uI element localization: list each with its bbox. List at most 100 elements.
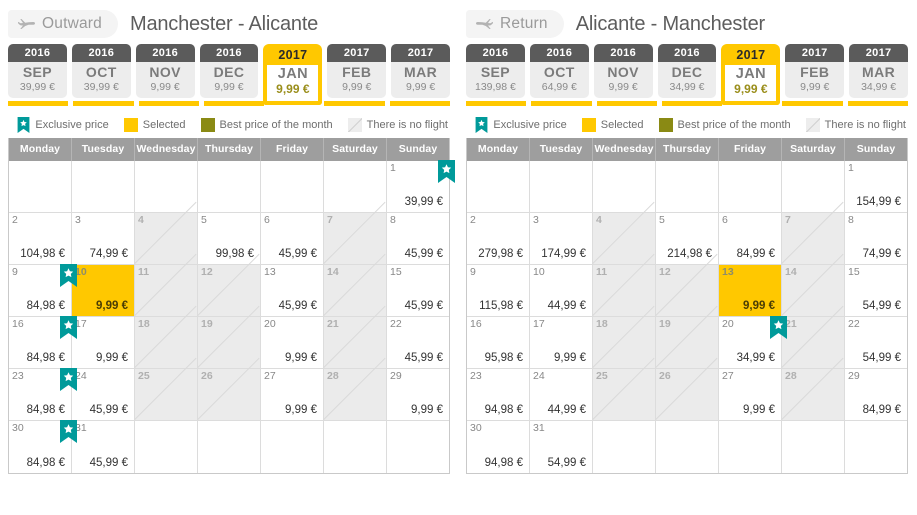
exclusive-price-bookmark-icon: [770, 316, 787, 339]
day-cell[interactable]: 1 39,99 €: [387, 160, 455, 213]
day-cell[interactable]: 17 9,99 €: [72, 317, 135, 369]
day-number: 23: [12, 370, 24, 382]
month-tab-body: JAN 9,99 €: [263, 65, 323, 105]
legend-selected-label: Selected: [600, 119, 644, 131]
month-tab-body: SEP 39,99 €: [8, 62, 67, 98]
month-tab-nov[interactable]: 2016 NOV 9,99 €: [593, 44, 653, 98]
day-cell[interactable]: 1 154,99 €: [845, 161, 907, 213]
day-cell: [135, 421, 198, 473]
day-cell[interactable]: 24 45,99 €: [72, 369, 135, 421]
day-cell[interactable]: 9 84,98 €: [9, 264, 77, 317]
return-calendar: Monday Tuesday Wednesday Thursday Friday Satu…: [466, 138, 908, 474]
month-tab-mar[interactable]: 2017 MAR 9,99 €: [391, 44, 451, 98]
day-number: 20: [722, 318, 734, 330]
day-cell[interactable]: 10 44,99 €: [530, 265, 593, 317]
day-price: 174,99 €: [541, 248, 586, 260]
day-cell[interactable]: 20 34,99 €: [719, 316, 787, 369]
day-cell[interactable]: 5 214,98 €: [656, 213, 719, 265]
month-tab-price: 34,99 €: [669, 81, 705, 93]
day-cell[interactable]: 31 45,99 €: [72, 421, 135, 473]
day-cell[interactable]: 3 174,99 €: [530, 213, 593, 265]
day-price: 84,98 €: [26, 300, 65, 312]
month-tab-sep[interactable]: 2016 SEP 39,99 €: [8, 44, 67, 98]
calendar-weekday-header: Monday Tuesday Wednesday Thursday Friday Satu…: [467, 138, 907, 161]
month-tab-oct[interactable]: 2016 OCT 64,99 €: [529, 44, 589, 98]
month-tab-jan[interactable]: 2017 JAN 9,99 €: [721, 44, 781, 105]
month-tab-feb[interactable]: 2017 FEB 9,99 €: [327, 44, 387, 98]
day-cell[interactable]: 22 45,99 €: [387, 317, 449, 369]
day-cell: [782, 161, 845, 213]
day-cell[interactable]: 16 84,98 €: [9, 316, 77, 369]
day-cell[interactable]: 30 94,98 €: [467, 421, 530, 473]
day-cell[interactable]: 2 279,98 €: [467, 213, 530, 265]
day-cell[interactable]: 15 45,99 €: [387, 265, 449, 317]
month-tab-body: FEB 9,99 €: [785, 62, 845, 98]
day-cell[interactable]: 3 74,99 €: [72, 213, 135, 265]
month-tab-dec[interactable]: 2016 DEC 34,99 €: [657, 44, 717, 98]
day-cell[interactable]: 139,99 €: [719, 265, 782, 317]
day-cell[interactable]: 27 9,99 €: [261, 369, 324, 421]
day-cell[interactable]: 24 44,99 €: [530, 369, 593, 421]
day-cell[interactable]: 10 9,99 €: [72, 265, 135, 317]
day-cell[interactable]: 23 84,98 €: [9, 368, 77, 421]
day-cell[interactable]: 31 54,99 €: [530, 421, 593, 473]
day-cell[interactable]: 27 9,99 €: [719, 369, 782, 421]
day-cell[interactable]: 29 9,99 €: [387, 369, 449, 421]
month-tab-feb[interactable]: 2017 FEB 9,99 €: [785, 44, 845, 98]
day-cell[interactable]: 20 9,99 €: [261, 317, 324, 369]
day-price: 95,98 €: [484, 352, 523, 364]
month-tab-sep[interactable]: 2016 SEP 139,98 €: [466, 44, 525, 98]
day-cell: [261, 421, 324, 473]
month-tab-nov[interactable]: 2016 NOV 9,99 €: [135, 44, 195, 98]
day-cell[interactable]: 8 74,99 €: [845, 213, 907, 265]
month-tab-jan[interactable]: 2017 JAN 9,99 €: [263, 44, 323, 105]
day-price: 9,99 €: [285, 352, 317, 364]
day-number: 10: [533, 266, 545, 278]
day-cell[interactable]: 16 95,98 €: [467, 317, 530, 369]
outward-route-title: Manchester - Alicante: [129, 12, 319, 35]
day-cell[interactable]: 6 45,99 €: [261, 213, 324, 265]
day-cell[interactable]: 29 84,99 €: [845, 369, 907, 421]
day-cell[interactable]: 15 54,99 €: [845, 265, 907, 317]
day-cell: 12: [198, 265, 261, 317]
month-tab-year: 2017: [391, 44, 451, 62]
day-price: 39,99 €: [404, 196, 443, 208]
calendar-week-row: 23 94,98 € 24 44,99 € 25 26 27 9,99 € 28 29 84,99 …: [467, 369, 907, 421]
day-cell[interactable]: 8 45,99 €: [387, 213, 449, 265]
day-cell[interactable]: 2 104,98 €: [9, 213, 72, 265]
day-cell[interactable]: 23 94,98 €: [467, 369, 530, 421]
month-tab-name: MAR: [404, 64, 438, 80]
day-cell: [719, 161, 782, 213]
month-tab-oct[interactable]: 2016 OCT 39,99 €: [71, 44, 131, 98]
day-number: 1: [848, 162, 854, 174]
day-cell[interactable]: 13 45,99 €: [261, 265, 324, 317]
day-number: 25: [596, 370, 608, 382]
day-cell[interactable]: 6 84,99 €: [719, 213, 782, 265]
day-price: 45,99 €: [89, 457, 128, 469]
day-price: 84,99 €: [862, 404, 901, 416]
weekday-header-friday: Friday: [719, 138, 782, 161]
day-cell[interactable]: 22 54,99 €: [845, 317, 907, 369]
day-number: 1: [390, 162, 396, 174]
return-direction-chip[interactable]: Return: [466, 10, 564, 38]
day-number: 12: [659, 266, 671, 278]
month-tab-year: 2017: [721, 44, 781, 66]
calendar-week-row: 30 94,98 € 31 54,99 €: [467, 421, 907, 473]
day-cell[interactable]: 5 99,98 €: [198, 213, 261, 265]
weekday-header-friday: Friday: [261, 138, 324, 161]
return-header: Return Alicante - Manchester: [466, 0, 908, 44]
outward-direction-chip[interactable]: Outward: [8, 10, 118, 38]
day-cell: 21: [324, 317, 387, 369]
day-cell[interactable]: 17 9,99 €: [530, 317, 593, 369]
month-tab-mar[interactable]: 2017 MAR 34,99 €: [849, 44, 909, 98]
day-number: 11: [596, 266, 608, 278]
month-tab-year: 2016: [657, 44, 717, 62]
day-cell: 26: [198, 369, 261, 421]
month-tab-dec[interactable]: 2016 DEC 9,99 €: [199, 44, 259, 98]
day-number: 5: [201, 214, 207, 226]
month-tab-body: OCT 39,99 €: [71, 62, 131, 98]
day-cell: [198, 421, 261, 473]
day-cell[interactable]: 9 115,98 €: [467, 265, 530, 317]
return-route-title: Alicante - Manchester: [575, 12, 765, 35]
day-cell[interactable]: 30 84,98 €: [9, 420, 77, 473]
